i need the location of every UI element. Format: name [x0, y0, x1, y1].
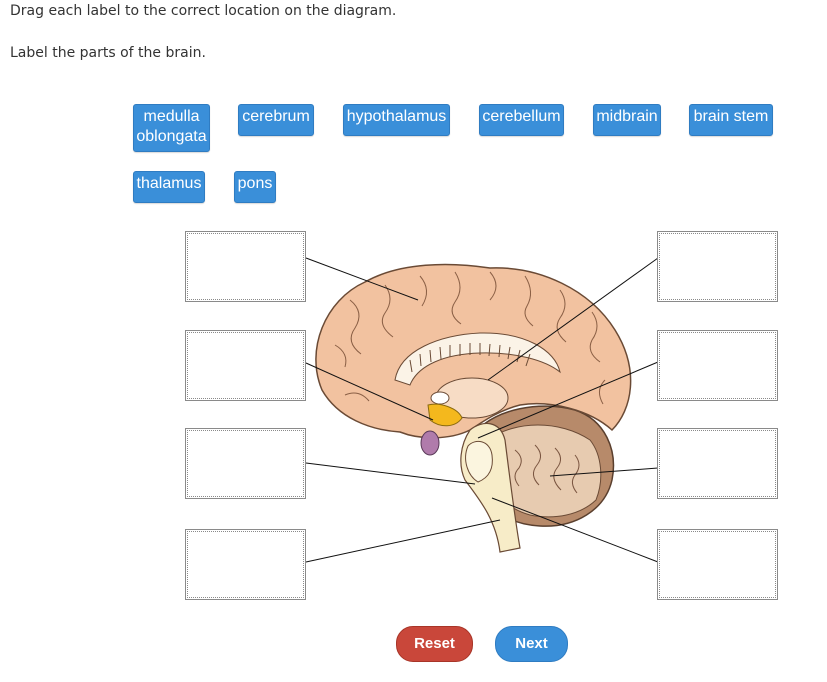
drop-zone-left-4[interactable]	[185, 529, 306, 600]
drop-zone-left-1[interactable]	[185, 231, 306, 302]
drop-zone-right-2[interactable]	[657, 330, 778, 401]
drop-zone-right-3[interactable]	[657, 428, 778, 499]
drop-zone-right-1[interactable]	[657, 231, 778, 302]
drop-zone-left-2[interactable]	[185, 330, 306, 401]
next-button[interactable]: Next	[495, 626, 568, 662]
pituitary-shape	[420, 430, 440, 456]
reset-button[interactable]: Reset	[396, 626, 473, 662]
drop-zone-left-3[interactable]	[185, 428, 306, 499]
drop-zone-right-4[interactable]	[657, 529, 778, 600]
